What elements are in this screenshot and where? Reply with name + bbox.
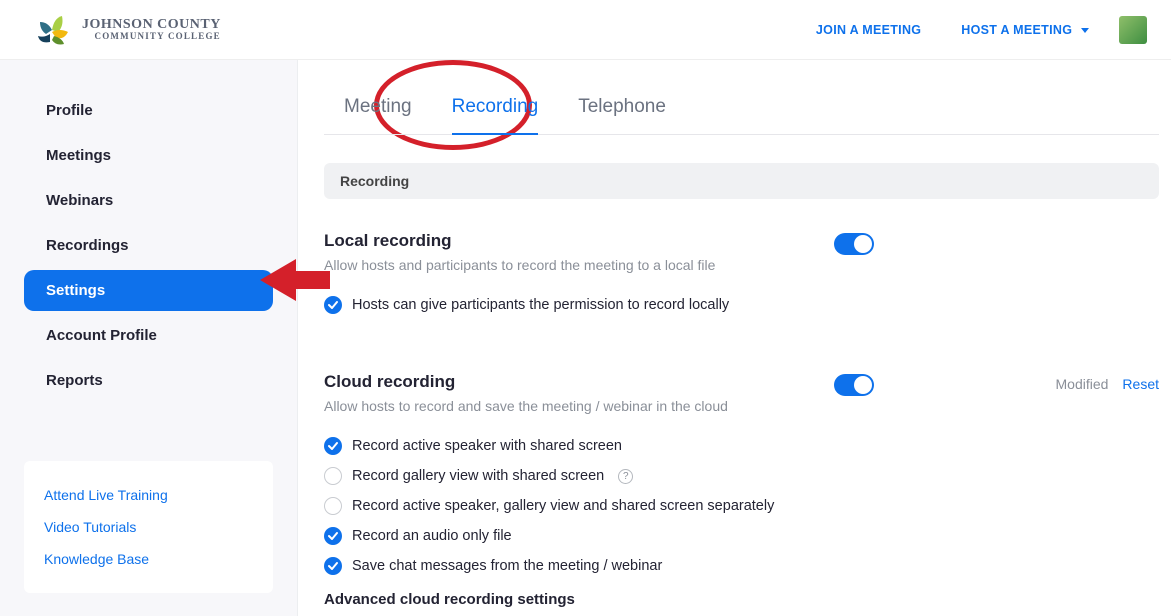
option-record-active-speaker[interactable]: Record active speaker with shared screen <box>324 431 814 461</box>
sidebar-item-profile[interactable]: Profile <box>24 90 273 131</box>
help-icon[interactable]: ? <box>618 469 633 484</box>
sidebar-item-reports[interactable]: Reports <box>24 360 273 401</box>
caret-down-icon <box>1081 28 1089 33</box>
sidebar-item-meetings[interactable]: Meetings <box>24 135 273 176</box>
option-label: Record active speaker with shared screen <box>352 438 622 454</box>
toggle-local-recording[interactable] <box>834 233 874 255</box>
toggle-cloud-recording[interactable] <box>834 374 874 396</box>
cloud-recording-desc: Allow hosts to record and save the meeti… <box>324 396 814 417</box>
sidebar-help-card: Attend Live Training Video Tutorials Kno… <box>24 461 273 593</box>
checked-icon <box>324 296 342 314</box>
option-record-separately[interactable]: Record active speaker, gallery view and … <box>324 491 814 521</box>
main-content: Meeting Recording Telephone Recording Lo… <box>298 60 1171 616</box>
reset-link[interactable]: Reset <box>1122 376 1159 392</box>
option-label: Hosts can give participants the permissi… <box>352 297 729 313</box>
option-hosts-permission[interactable]: Hosts can give participants the permissi… <box>324 290 814 320</box>
avatar[interactable] <box>1119 16 1147 44</box>
link-knowledge-base[interactable]: Knowledge Base <box>44 543 253 575</box>
link-attend-live-training[interactable]: Attend Live Training <box>44 479 253 511</box>
host-meeting-label: HOST A MEETING <box>961 23 1072 37</box>
section-banner-recording: Recording <box>324 163 1159 199</box>
cloud-recording-title: Cloud recording <box>324 372 814 392</box>
leaf-logo-icon <box>30 10 74 50</box>
org-logo: JOHNSON COUNTY COMMUNITY COLLEGE <box>30 10 221 50</box>
option-label: Record gallery view with shared screen <box>352 468 604 484</box>
option-record-audio-only[interactable]: Record an audio only file <box>324 521 814 551</box>
sidebar-nav: Profile Meetings Webinars Recordings Set… <box>24 90 273 401</box>
tab-meeting[interactable]: Meeting <box>324 78 432 134</box>
modified-label: Modified <box>1056 376 1109 392</box>
settings-tabs: Meeting Recording Telephone <box>324 78 1159 135</box>
join-meeting-link[interactable]: JOIN A MEETING <box>796 23 941 37</box>
advanced-cloud-heading: Advanced cloud recording settings <box>324 591 814 608</box>
org-name: JOHNSON COUNTY COMMUNITY COLLEGE <box>82 18 221 41</box>
sidebar-item-settings[interactable]: Settings <box>24 270 273 311</box>
checked-icon <box>324 527 342 545</box>
checked-icon <box>324 437 342 455</box>
unchecked-icon <box>324 467 342 485</box>
tab-telephone[interactable]: Telephone <box>558 78 686 134</box>
sidebar-item-account-profile[interactable]: Account Profile <box>24 315 273 356</box>
sidebar: Profile Meetings Webinars Recordings Set… <box>0 60 298 616</box>
sidebar-item-recordings[interactable]: Recordings <box>24 225 273 266</box>
tab-recording[interactable]: Recording <box>432 78 559 134</box>
setting-cloud-recording: Cloud recording Allow hosts to record an… <box>324 358 1159 616</box>
option-record-gallery-view[interactable]: Record gallery view with shared screen ? <box>324 461 814 491</box>
setting-local-recording: Local recording Allow hosts and particip… <box>324 217 1159 328</box>
option-label: Record an audio only file <box>352 528 512 544</box>
option-label: Save chat messages from the meeting / we… <box>352 558 662 574</box>
local-recording-title: Local recording <box>324 231 814 251</box>
option-save-chat[interactable]: Save chat messages from the meeting / we… <box>324 551 814 581</box>
link-video-tutorials[interactable]: Video Tutorials <box>44 511 253 543</box>
sidebar-item-webinars[interactable]: Webinars <box>24 180 273 221</box>
app-header: JOHNSON COUNTY COMMUNITY COLLEGE JOIN A … <box>0 0 1171 60</box>
host-meeting-dropdown[interactable]: HOST A MEETING <box>941 23 1109 37</box>
local-recording-desc: Allow hosts and participants to record t… <box>324 255 814 276</box>
option-label: Record active speaker, gallery view and … <box>352 498 774 514</box>
unchecked-icon <box>324 497 342 515</box>
checked-icon <box>324 557 342 575</box>
